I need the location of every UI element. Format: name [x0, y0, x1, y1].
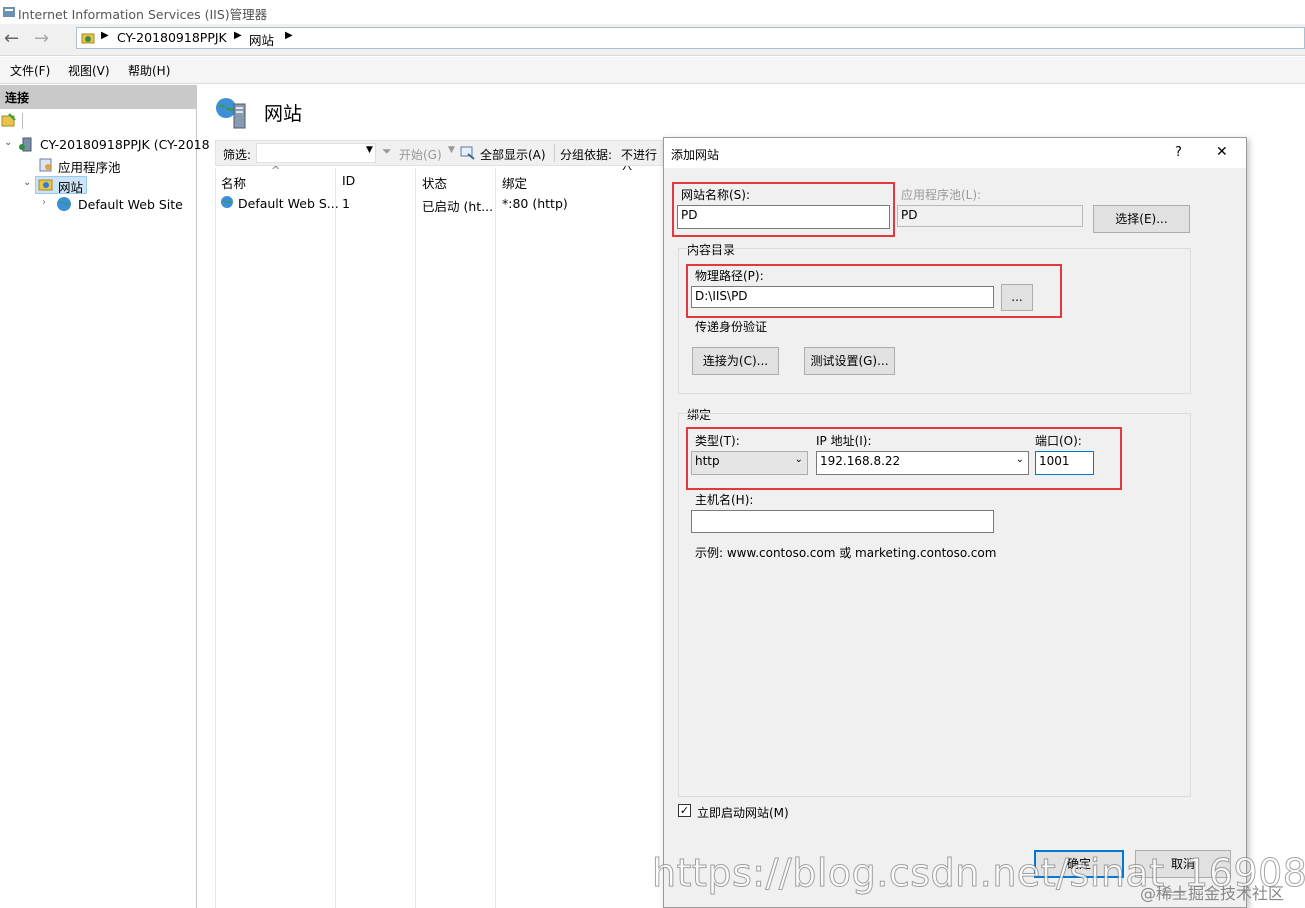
column-header-id[interactable]: ID [342, 173, 355, 188]
start-now-checkbox[interactable]: ✓ [678, 804, 691, 817]
row-id: 1 [342, 196, 350, 211]
app-pool-icon [39, 158, 52, 172]
column-divider [335, 168, 336, 908]
sites-header-icon [216, 98, 246, 129]
connect-icon[interactable] [1, 113, 17, 129]
show-all-icon [460, 146, 475, 160]
select-app-pool-button[interactable]: 选择(E)... [1093, 205, 1190, 233]
filter-label: 筛选: [223, 148, 252, 162]
toolbar-separator [554, 144, 555, 162]
tree-item-server[interactable]: CY-20180918PPJK (CY-2018 [40, 137, 210, 152]
sites-toolbar: 筛选: ▼ ⏷ 开始(G) ▼ 全部显示(A) 分组依据: 不进行分 [215, 140, 665, 179]
sites-table-header: 名称 ^ ID 状态 绑定 [215, 164, 665, 192]
tree-item-app-pools[interactable]: 应用程序池 [58, 157, 121, 176]
close-button[interactable]: ✕ [1216, 144, 1228, 160]
dropdown-arrow-icon: ▼ [448, 145, 455, 155]
menu-bar: 文件(F) 视图(V) 帮助(H) [0, 57, 1305, 84]
funnel-icon: ⏷ [382, 144, 392, 158]
back-arrow-icon[interactable]: ← [4, 28, 19, 49]
row-binding: *:80 (http) [502, 196, 568, 211]
table-row[interactable]: Default Web S... 1 已启动 (ht... *:80 (http… [215, 193, 665, 214]
test-settings-button[interactable]: 测试设置(G)... [804, 347, 895, 375]
connect-as-button[interactable]: 连接为(C)... [692, 347, 779, 375]
start-now-label: 立即启动网站(M) [697, 806, 789, 820]
breadcrumb-arrow-icon: ▶ [285, 30, 293, 41]
tree-item-default-web-site[interactable]: Default Web Site [78, 197, 183, 212]
toolbar-separator [22, 113, 23, 129]
breadcrumb-arrow-icon: ▶ [101, 30, 109, 41]
pass-through-auth-label: 传递身份验证 [695, 320, 768, 334]
collapse-chevron-icon[interactable]: ⌄ [23, 177, 31, 188]
highlight-box [686, 264, 1062, 318]
expand-chevron-icon[interactable]: › [42, 197, 46, 208]
iis-app-icon [3, 7, 15, 17]
menu-help[interactable]: 帮助(H) [128, 62, 170, 79]
highlight-box [686, 427, 1122, 490]
column-divider [415, 168, 416, 908]
breadcrumb-arrow-icon: ▶ [234, 30, 242, 41]
window-title: Internet Information Services (IIS)管理器 [18, 7, 268, 22]
group-by-label: 分组依据: [560, 148, 613, 162]
breadcrumb-sites[interactable]: 网站 [249, 30, 274, 49]
filter-input[interactable] [256, 143, 376, 163]
sites-folder-icon [38, 179, 53, 191]
sort-caret-icon: ^ [271, 164, 281, 177]
tree-item-sites[interactable]: 网站 [58, 177, 83, 196]
show-all-button[interactable]: 全部显示(A) [480, 146, 546, 163]
forward-arrow-icon[interactable]: → [34, 28, 49, 49]
page-title: 网站 [264, 103, 303, 125]
highlight-box [672, 182, 895, 237]
menu-file[interactable]: 文件(F) [10, 62, 50, 79]
column-header-status[interactable]: 状态 [422, 173, 447, 192]
collapse-chevron-icon[interactable]: ⌄ [4, 137, 12, 148]
add-website-dialog: 添加网站 ? ✕ 网站名称(S): PD 应用程序池(L): PD 选择(E).… [663, 137, 1247, 908]
globe-icon [221, 196, 233, 208]
breadcrumb-server[interactable]: CY-20180918PPJK [117, 30, 227, 45]
host-name-label: 主机名(H): [695, 493, 754, 507]
menu-view[interactable]: 视图(V) [68, 62, 110, 79]
watermark-community: @稀土掘金技术社区 [1140, 884, 1285, 903]
host-name-input[interactable] [691, 510, 994, 533]
dialog-title: 添加网站 [671, 148, 720, 162]
dialog-title-bar [664, 138, 1246, 168]
column-header-binding[interactable]: 绑定 [502, 173, 527, 192]
column-divider [495, 168, 496, 908]
app-pool-label: 应用程序池(L): [901, 188, 982, 202]
dropdown-arrow-icon[interactable]: ▼ [366, 145, 373, 155]
column-divider [215, 168, 216, 908]
host-example-text: 示例: www.contoso.com 或 marketing.contoso.… [695, 546, 997, 560]
start-filter-button[interactable]: 开始(G) [399, 146, 442, 163]
window-title-bar: Internet Information Services (IIS)管理器 [0, 0, 1305, 24]
connections-header: 连接 [0, 85, 196, 109]
row-status: 已启动 (ht... [422, 199, 494, 214]
server-icon [19, 137, 32, 152]
column-header-name[interactable]: 名称 [221, 173, 246, 192]
folder-globe-icon [81, 33, 95, 44]
row-name: Default Web S... [238, 196, 339, 211]
address-bar[interactable]: ▶ CY-20180918PPJK ▶ 网站 ▶ [76, 27, 1305, 49]
globe-icon [57, 197, 71, 211]
app-pool-field: PD [897, 205, 1083, 227]
help-button[interactable]: ? [1175, 145, 1182, 160]
